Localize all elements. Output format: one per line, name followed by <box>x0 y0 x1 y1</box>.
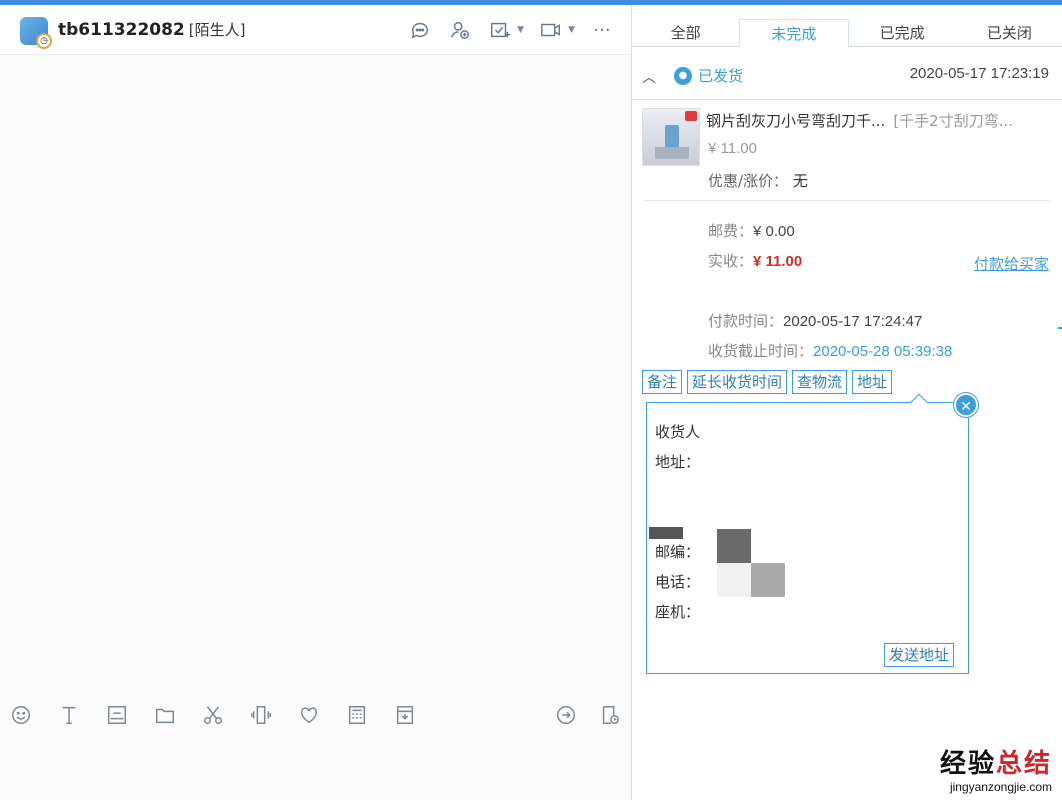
shipped-icon: ● <box>674 67 692 85</box>
order-actions: 备注 延长收货时间 查物流 地址 <box>642 370 893 394</box>
receiver-label: 收货人 <box>655 423 701 441</box>
send-address-button[interactable]: 发送地址 <box>883 643 954 667</box>
scissors-icon[interactable] <box>200 702 226 728</box>
redacted-block <box>717 563 751 597</box>
popup-arrow <box>910 393 928 411</box>
message-area <box>0 55 631 697</box>
tab-closed[interactable]: 已关闭 <box>956 19 1062 46</box>
blade-shape <box>655 147 689 159</box>
pay-time-value: 2020-05-17 17:24:47 <box>783 313 923 330</box>
pay-time-row: 付款时间：2020-05-17 17:24:47 <box>708 310 922 331</box>
transfer-icon[interactable] <box>553 702 579 728</box>
actual-row: 实收：¥ 11.00 <box>708 250 802 271</box>
product-name[interactable]: 钢片刮灰刀小号弯刮刀千... <box>706 112 885 130</box>
tab-incomplete[interactable]: 未完成 <box>739 19 849 47</box>
shipping-value: ¥ 0.00 <box>753 223 795 240</box>
phone-label: 电话： <box>655 573 701 591</box>
deadline-row: 收货截止时间：2020-05-28 05:39:38 <box>708 340 952 361</box>
product-thumbnail[interactable] <box>642 108 700 166</box>
order-tabs: 全部 未完成 已完成 已关闭 <box>632 19 1062 47</box>
watermark: 经验总结 jingyanzongjie.com <box>940 743 1052 794</box>
redacted-block <box>751 563 785 597</box>
actual-value: ¥ 11.00 <box>753 253 803 270</box>
clock-icon: ◷ <box>36 33 52 49</box>
chat-user-tag: [陌生人] <box>188 21 246 39</box>
watermark-text-b: 总结 <box>995 749 1052 779</box>
logistics-button[interactable]: 查物流 <box>792 370 848 394</box>
video-call-icon[interactable] <box>538 19 564 41</box>
discount-label: 优惠/涨价： <box>708 172 789 190</box>
address-button[interactable]: 地址 <box>852 370 893 394</box>
screenshot-icon[interactable] <box>104 702 130 728</box>
redacted-block <box>649 527 683 539</box>
shipping-label: 邮费： <box>708 222 754 240</box>
header-actions: ▼ ▼ ··· <box>407 19 615 41</box>
toolbar-right <box>553 697 623 733</box>
discount-value: 无 <box>792 172 808 190</box>
watermark-logo: 经验总结 <box>940 743 1052 780</box>
coupon-icon[interactable] <box>392 702 418 728</box>
divider <box>644 200 1050 201</box>
deadline-value: 2020-05-28 05:39:38 <box>813 343 953 360</box>
address-label: 地址： <box>655 453 701 471</box>
chat-header: ◷ tb611322082 [陌生人] ▼ ▼ ··· <box>0 5 631 55</box>
order-time: 2020-05-17 17:23:19 <box>909 65 1049 82</box>
chevron-up-icon[interactable]: ︿ <box>642 67 656 87</box>
product-price: ¥ 11.00 <box>708 140 757 157</box>
close-icon[interactable]: ✕ <box>954 393 978 417</box>
chat-username[interactable]: tb611322082 <box>58 20 185 40</box>
order-status-row: ︿ ● 已发货 2020-05-17 17:23:19 <box>632 59 1062 99</box>
order-status: 已发货 <box>698 67 744 85</box>
promo-tag-icon <box>685 111 697 121</box>
chat-toolbar <box>0 697 631 733</box>
note-button[interactable]: 备注 <box>642 370 683 394</box>
order-details: 钢片刮灰刀小号弯刮刀千... [千手2寸刮刀弯... ¥ 11.00 优惠/涨价：… <box>632 99 1062 394</box>
product-sku: [千手2寸刮刀弯... <box>893 112 1014 130</box>
folder-icon[interactable] <box>152 702 178 728</box>
add-task-icon[interactable] <box>487 19 513 41</box>
order-pane: 全部 未完成 已完成 已关闭 ︿ ● 已发货 2020-05-17 17:23:… <box>631 5 1062 800</box>
chat-bubble-icon[interactable] <box>407 19 433 41</box>
emoji-icon[interactable] <box>8 702 34 728</box>
extend-receipt-button[interactable]: 延长收货时间 <box>687 370 788 394</box>
redacted-block <box>717 529 751 563</box>
pay-time-label: 付款时间： <box>708 312 784 330</box>
tab-all[interactable]: 全部 <box>632 19 739 46</box>
font-icon[interactable] <box>56 702 82 728</box>
watermark-text-a: 经验 <box>939 749 996 779</box>
shipping-row: 邮费：¥ 0.00 <box>708 220 795 241</box>
pay-buyer-link[interactable]: 付款给买家 <box>974 253 1049 274</box>
more-icon[interactable]: ··· <box>589 19 615 41</box>
discount-row: 优惠/涨价： 无 <box>708 170 808 191</box>
chevron-down-icon[interactable]: ▼ <box>568 25 575 35</box>
chat-pane: ◷ tb611322082 [陌生人] ▼ ▼ ··· <box>0 5 631 800</box>
product-title[interactable]: 钢片刮灰刀小号弯刮刀千... [千手2寸刮刀弯... <box>706 110 1013 131</box>
shake-icon[interactable] <box>248 702 274 728</box>
history-icon[interactable] <box>597 702 623 728</box>
avatar[interactable]: ◷ <box>20 17 52 49</box>
calculator-icon[interactable] <box>344 702 370 728</box>
heart-icon[interactable] <box>296 702 322 728</box>
address-popup: ✕ 收货人 地址： 邮编： 电话： 座机： 发送地址 <box>646 393 978 674</box>
deadline-label: 收货截止时间： <box>708 342 814 360</box>
chevron-down-icon[interactable]: ▼ <box>517 25 524 35</box>
landline-label: 座机： <box>655 603 701 621</box>
actual-label: 实收： <box>708 252 754 270</box>
watermark-url: jingyanzongjie.com <box>949 780 1052 794</box>
add-user-icon[interactable] <box>447 19 473 41</box>
message-input[interactable] <box>0 733 631 800</box>
chat-title: tb611322082 [陌生人] <box>58 19 245 40</box>
zip-label: 邮编： <box>655 543 701 561</box>
scroll-indicator <box>1058 327 1062 329</box>
tab-completed[interactable]: 已完成 <box>849 19 956 46</box>
